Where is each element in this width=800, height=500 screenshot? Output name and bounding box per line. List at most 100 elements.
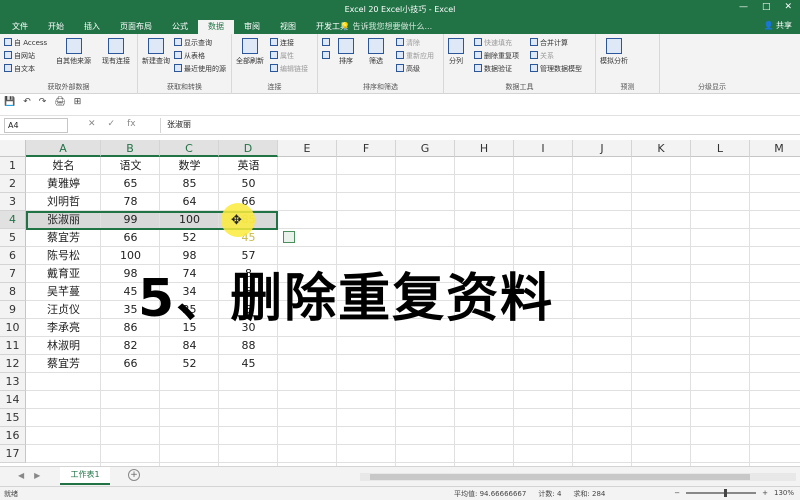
remove-duplicates-button[interactable]: 删除重复项 [474,51,519,61]
tab-file[interactable]: 文件 [2,20,38,34]
confirm-icon[interactable]: ✓ [108,119,116,129]
sort-button[interactable]: 排序 [338,38,354,66]
from-web-button[interactable]: 自网站 [4,51,35,61]
data-validation-button[interactable]: 数据验证 [474,64,512,74]
cell-d11[interactable]: 88 [219,337,278,355]
fx-icon[interactable]: fx [127,119,136,129]
relationships-button[interactable]: 关系 [530,51,554,61]
row-header-9[interactable]: 9 [0,301,26,319]
zoom-knob[interactable] [724,489,728,497]
formula-input[interactable]: 张淑丽 [160,118,796,133]
cell-a12[interactable]: 蔡宜芳 [26,355,101,373]
cell-c2[interactable]: 85 [160,175,219,193]
next-sheet-icon[interactable]: ▶ [34,471,40,480]
cell-b5[interactable]: 66 [101,229,160,247]
column-header-k[interactable]: K [632,140,691,157]
prev-sheet-icon[interactable]: ◀ [18,471,24,480]
new-query-button[interactable]: 新建查询 [142,38,170,66]
row-header-10[interactable]: 10 [0,319,26,337]
row-header-11[interactable]: 11 [0,337,26,355]
cell-c3[interactable]: 64 [160,193,219,211]
sort-az-button[interactable] [322,38,332,47]
tab-review[interactable]: 审阅 [234,20,270,34]
consolidate-button[interactable]: 合并计算 [530,38,568,48]
cell-b1[interactable]: 语文 [101,157,160,175]
text-to-columns-button[interactable]: 分列 [448,38,464,66]
cell-d1[interactable]: 英语 [219,157,278,175]
cell-a8[interactable]: 吴芊蔓 [26,283,101,301]
cell-b12[interactable]: 66 [101,355,160,373]
existing-connections-button[interactable]: 现有连接 [102,38,130,66]
zoom-slider[interactable] [686,489,757,497]
column-header-g[interactable]: G [396,140,455,157]
scrollbar-thumb[interactable] [370,474,750,480]
horizontal-scrollbar[interactable] [360,473,796,481]
cell-a6[interactable]: 陈号松 [26,247,101,265]
cell-c1[interactable]: 数学 [160,157,219,175]
minimize-button[interactable]: — [739,2,748,12]
advanced-button[interactable]: 高级 [396,64,420,74]
row-header-4[interactable]: 4 [0,211,26,229]
properties-button[interactable]: 属性 [270,51,294,61]
connections-button[interactable]: 连接 [270,38,294,48]
refresh-all-button[interactable]: 全部刷新 [236,38,264,66]
show-queries-button[interactable]: 显示查询 [174,38,212,48]
from-other-sources-button[interactable]: 自其他来源 [56,38,91,66]
column-header-b[interactable]: B [101,140,160,157]
row-header-7[interactable]: 7 [0,265,26,283]
cell-a9[interactable]: 汪贞仪 [26,301,101,319]
share-button[interactable]: 👤 共享 [763,20,792,31]
zoom-in-icon[interactable]: + [762,489,768,497]
zoom-out-icon[interactable]: − [674,489,680,497]
cell-a11[interactable]: 林淑明 [26,337,101,355]
column-header-f[interactable]: F [337,140,396,157]
filter-button[interactable]: 筛选 [368,38,384,66]
column-header-c[interactable]: C [160,140,219,157]
cell-d2[interactable]: 50 [219,175,278,193]
manage-data-model-button[interactable]: 管理数据模型 [530,64,582,74]
save-icon[interactable]: 💾 [4,97,15,107]
column-header-a[interactable]: A [26,140,101,157]
flash-fill-button[interactable]: 快速填充 [474,38,512,48]
clear-button[interactable]: 清除 [396,38,420,48]
redo-icon[interactable]: ↷ [39,97,47,107]
select-all-corner[interactable] [0,140,26,157]
recent-sources-button[interactable]: 最近使用的源 [174,64,226,74]
add-sheet-icon[interactable]: + [128,469,140,481]
column-header-d[interactable]: D [219,140,278,157]
column-header-e[interactable]: E [278,140,337,157]
cell-c5[interactable]: 52 [160,229,219,247]
column-header-h[interactable]: H [455,140,514,157]
sheet-tab[interactable]: 工作表1 [60,467,110,485]
column-header-m[interactable]: M [750,140,800,157]
from-text-button[interactable]: 自文本 [4,64,35,74]
maximize-button[interactable]: □ [762,2,771,12]
tab-view[interactable]: 视图 [270,20,306,34]
row-header-13[interactable]: 13 [0,373,26,391]
edit-links-button[interactable]: 编辑链接 [270,64,308,74]
row-header-15[interactable]: 15 [0,409,26,427]
tell-me-search[interactable]: 💡 告诉我您想要做什么... [340,21,432,32]
close-button[interactable]: ✕ [784,2,792,12]
cell-a5[interactable]: 蔡宜芳 [26,229,101,247]
row-header-2[interactable]: 2 [0,175,26,193]
row-header-12[interactable]: 12 [0,355,26,373]
reapply-button[interactable]: 重新应用 [396,51,434,61]
from-access-button[interactable]: 自 Access [4,38,47,48]
cell-b2[interactable]: 65 [101,175,160,193]
row-header-5[interactable]: 5 [0,229,26,247]
tab-home[interactable]: 开始 [38,20,74,34]
column-header-j[interactable]: J [573,140,632,157]
cell-a7[interactable]: 戴育亚 [26,265,101,283]
from-table-button[interactable]: 从表格 [174,51,205,61]
cell-a1[interactable]: 姓名 [26,157,101,175]
cell-c12[interactable]: 52 [160,355,219,373]
sort-za-button[interactable] [322,51,332,60]
cell-a2[interactable]: 黄雅婷 [26,175,101,193]
cell-b3[interactable]: 78 [101,193,160,211]
tab-data[interactable]: 数据 [198,20,234,34]
cell-a10[interactable]: 李承亮 [26,319,101,337]
tab-formulas[interactable]: 公式 [162,20,198,34]
row-header-17[interactable]: 17 [0,445,26,463]
undo-icon[interactable]: ↶ [23,97,31,107]
